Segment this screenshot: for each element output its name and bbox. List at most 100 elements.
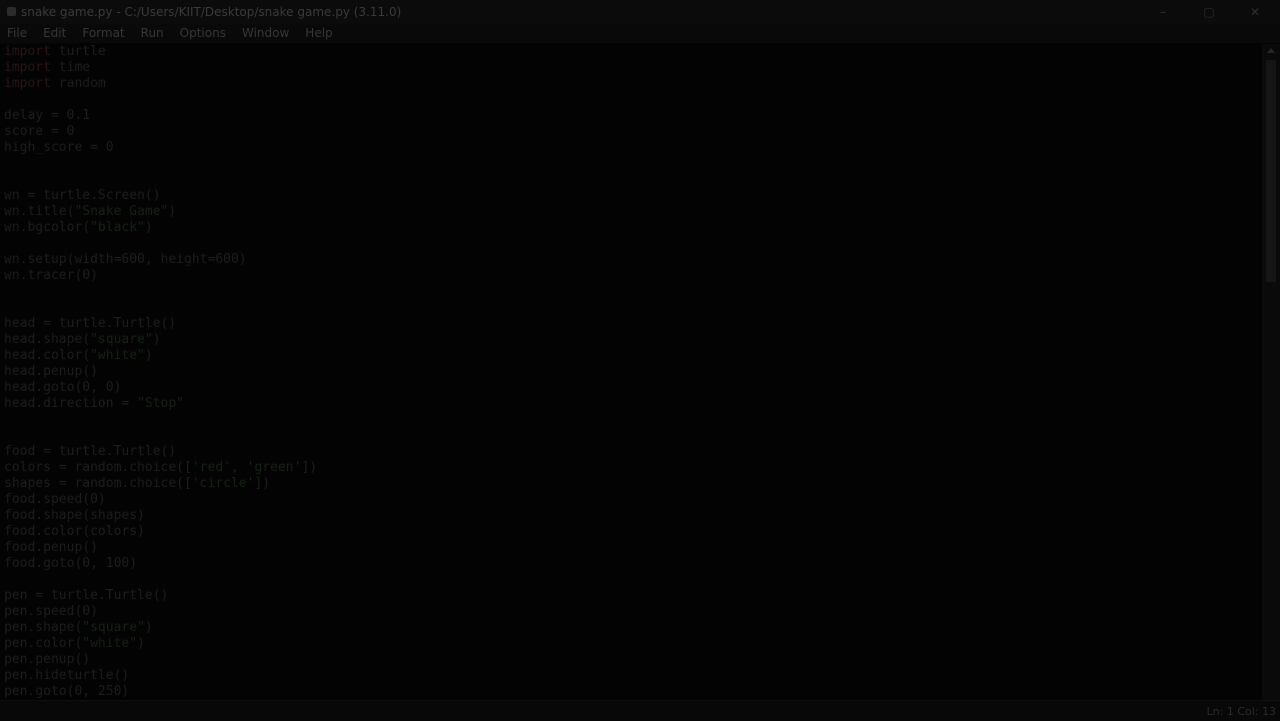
code-line[interactable]: food.color(colors)	[4, 524, 317, 540]
code-token: time	[50, 60, 91, 75]
code-line[interactable]: food.goto(0, 100)	[4, 556, 317, 572]
code-token: )	[137, 636, 145, 651]
code-line[interactable]: head.direction = "Stop"	[4, 396, 317, 412]
code-line[interactable]: food.shape(shapes)	[4, 508, 317, 524]
code-line[interactable]: import turtle	[4, 44, 317, 60]
title-bar: snake game.py - C:/Users/KIIT/Desktop/sn…	[0, 0, 1280, 24]
code-line[interactable]: score = 0	[4, 124, 317, 140]
keyword-token: import	[4, 44, 51, 59]
code-line[interactable]: pen.penup()	[4, 652, 317, 668]
code-line[interactable]: delay = 0.1	[4, 108, 317, 124]
code-token: wn = turtle.Screen()	[4, 188, 161, 203]
string-token: 'green'	[246, 460, 302, 475]
status-bar: Ln: 1 Col: 13	[0, 700, 1280, 721]
code-line[interactable]: wn.title("Snake Game")	[4, 204, 317, 220]
code-line[interactable]: pen.color("white")	[4, 636, 317, 652]
code-token: pen = turtle.Turtle()	[4, 588, 169, 603]
code-line[interactable]	[4, 92, 317, 108]
code-token: head.color(	[4, 348, 91, 363]
code-line[interactable]: wn = turtle.Screen()	[4, 188, 317, 204]
code-token: head.penup()	[4, 364, 98, 379]
string-token: "black"	[90, 220, 145, 235]
code-token: head.shape(	[4, 332, 91, 347]
code-token: score = 0	[4, 124, 75, 139]
menu-file[interactable]: File	[0, 24, 35, 43]
string-token: "white"	[82, 636, 138, 651]
menu-bar: File Edit Format Run Options Window Help	[0, 24, 1280, 43]
string-token: "square"	[90, 332, 153, 347]
menu-options[interactable]: Options	[172, 24, 234, 43]
code-line[interactable]	[4, 284, 317, 300]
code-line[interactable]: pen.hideturtle()	[4, 668, 317, 684]
code-line[interactable]: head.color("white")	[4, 348, 317, 364]
code-line[interactable]	[4, 156, 317, 172]
code-token: wn.setup(width=600, height=600)	[4, 252, 247, 267]
code-token: wn.bgcolor(	[4, 220, 91, 235]
string-token: "square"	[82, 620, 145, 635]
code-token: wn.tracer(0)	[4, 268, 98, 283]
code-token: pen.penup()	[4, 652, 91, 667]
menu-help[interactable]: Help	[297, 24, 340, 43]
code-token: food.shape(shapes)	[4, 508, 145, 523]
menu-window[interactable]: Window	[234, 24, 297, 43]
scrollbar-thumb[interactable]	[1266, 60, 1276, 282]
code-line[interactable]	[4, 428, 317, 444]
code-line[interactable]: wn.setup(width=600, height=600)	[4, 252, 317, 268]
code-line[interactable]: wn.bgcolor("black")	[4, 220, 317, 236]
code-line[interactable]: head = turtle.Turtle()	[4, 316, 317, 332]
code-token: food.goto(0, 100)	[4, 556, 138, 571]
close-button[interactable]: ✕	[1232, 0, 1278, 24]
string-token: "white"	[90, 348, 145, 363]
string-token: 'red'	[191, 460, 231, 475]
minimize-button[interactable]: –	[1140, 0, 1186, 24]
vertical-scrollbar[interactable]	[1262, 44, 1280, 700]
keyword-token: import	[4, 60, 51, 75]
code-line[interactable]: pen.shape("square")	[4, 620, 317, 636]
code-line[interactable]: food = turtle.Turtle()	[4, 444, 317, 460]
code-token: head.direction =	[4, 396, 138, 411]
maximize-button[interactable]: ▢	[1186, 0, 1232, 24]
code-line[interactable]	[4, 300, 317, 316]
code-line[interactable]: pen.speed(0)	[4, 604, 317, 620]
string-token: "Snake Game"	[74, 204, 169, 219]
code-token: ,	[230, 460, 247, 475]
string-token: 'circle'	[191, 476, 255, 491]
code-line[interactable]	[4, 572, 317, 588]
code-line[interactable]: high_score = 0	[4, 140, 317, 156]
menu-run[interactable]: Run	[133, 24, 172, 43]
code-token: food = turtle.Turtle()	[4, 444, 177, 459]
code-line[interactable]: import random	[4, 76, 317, 92]
code-line[interactable]: shapes = random.choice(['circle'])	[4, 476, 317, 492]
code-line[interactable]: food.penup()	[4, 540, 317, 556]
code-token: pen.goto(0, 250)	[4, 684, 130, 699]
code-line[interactable]: wn.tracer(0)	[4, 268, 317, 284]
menu-format[interactable]: Format	[74, 24, 132, 43]
code-line[interactable]: head.penup()	[4, 364, 317, 380]
code-line[interactable]: import time	[4, 60, 317, 76]
code-line[interactable]: colors = random.choice(['red', 'green'])	[4, 460, 317, 476]
code-line[interactable]: food.speed(0)	[4, 492, 317, 508]
code-line[interactable]: pen = turtle.Turtle()	[4, 588, 317, 604]
code-token: food.color(colors)	[4, 524, 145, 539]
code-token: colors = random.choice([	[4, 460, 192, 475]
code-line[interactable]: pen.goto(0, 250)	[4, 684, 317, 700]
code-editor[interactable]: import turtle import time import random de…	[0, 44, 1262, 700]
code-token: head.goto(0, 0)	[4, 380, 122, 395]
code-token: ])	[254, 476, 271, 491]
cursor-position: Ln: 1 Col: 13	[1206, 705, 1276, 718]
code-line[interactable]	[4, 412, 317, 428]
scroll-up-arrow-icon[interactable]	[1267, 48, 1275, 53]
code-token: high_score = 0	[4, 140, 114, 155]
code-token: pen.color(	[4, 636, 83, 651]
code-token: shapes = random.choice([	[4, 476, 192, 491]
menu-edit[interactable]: Edit	[35, 24, 74, 43]
code-token: food.speed(0)	[4, 492, 106, 507]
code-token: )	[168, 204, 177, 219]
code-line[interactable]: head.goto(0, 0)	[4, 380, 317, 396]
code-text[interactable]: import turtle import time import random de…	[4, 44, 317, 700]
code-token: delay = 0.1	[4, 108, 91, 123]
code-line[interactable]: head.shape("square")	[4, 332, 317, 348]
code-line[interactable]	[4, 172, 317, 188]
code-line[interactable]	[4, 236, 317, 252]
code-token: pen.shape(	[4, 620, 83, 635]
